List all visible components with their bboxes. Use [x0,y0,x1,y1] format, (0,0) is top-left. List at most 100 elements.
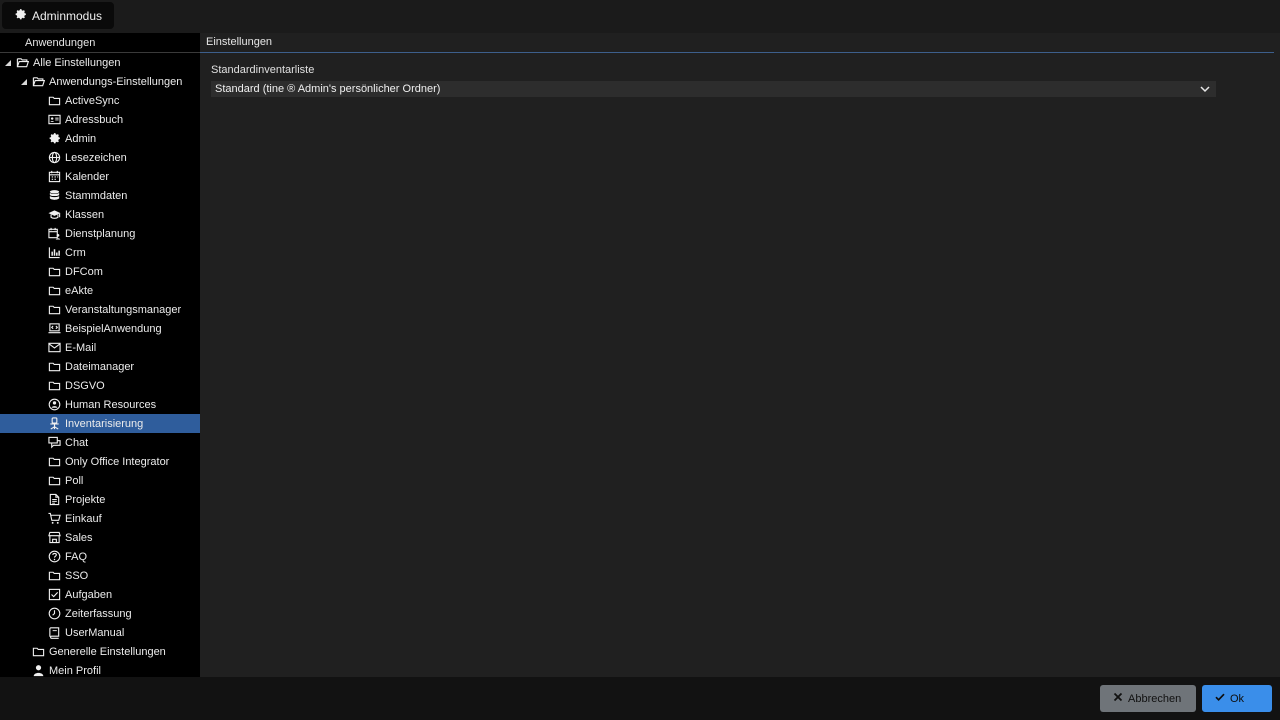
expand-toggle-icon[interactable] [3,58,13,68]
tree-item-label: Veranstaltungsmanager [65,303,182,316]
user-search-icon [48,398,61,411]
folder-icon [48,360,61,373]
tree-item-lesezeichen[interactable]: Lesezeichen [0,148,200,167]
tree-item-faq[interactable]: FAQ [0,547,200,566]
tree-item-label: Einkauf [65,512,102,525]
folder-icon [48,569,61,582]
folder-icon [48,303,61,316]
tree-item-usermanual[interactable]: UserManual [0,623,200,642]
tree-item-human-resources[interactable]: Human Resources [0,395,200,414]
tree-item-activesync[interactable]: ActiveSync [0,91,200,110]
tree-item-admin[interactable]: Admin [0,129,200,148]
chevron-down-icon [1199,83,1211,95]
tree-item-eakte[interactable]: eAkte [0,281,200,300]
tree-item-label: Only Office Integrator [65,455,170,468]
tree-item-adressbuch[interactable]: Adressbuch [0,110,200,129]
cancel-label: Abbrechen [1128,692,1182,705]
tree-item-app-settings[interactable]: Anwendungs-Einstellungen [0,72,200,91]
tree-item-poll[interactable]: Poll [0,471,200,490]
default-inventory-list-select[interactable]: Standard (tine ® Admin's persönlicher Or… [211,81,1216,97]
document-icon [48,493,61,506]
tree-item-all-settings[interactable]: Alle Einstellungen [0,53,200,72]
tree-item-label: FAQ [65,550,88,563]
tree-item-dfcom[interactable]: DFCom [0,262,200,281]
tree-item-beispielanwendung[interactable]: BeispielAnwendung [0,319,200,338]
tree-item-crm[interactable]: Crm [0,243,200,262]
tree-item-label: DSGVO [65,379,105,392]
folder-icon [48,94,61,107]
tree-item-e-mail[interactable]: E-Mail [0,338,200,357]
ok-label: Ok [1230,692,1245,705]
tree-item-label: Inventarisierung [65,417,144,430]
tree-item-dsgvo[interactable]: DSGVO [0,376,200,395]
tree-item-only-office-integrator[interactable]: Only Office Integrator [0,452,200,471]
gear-icon [14,8,27,24]
check-icon [1215,692,1225,705]
tree-item-veranstaltungsmanager[interactable]: Veranstaltungsmanager [0,300,200,319]
tree-item-kalender[interactable]: Kalender [0,167,200,186]
graduation-cap-icon [48,208,61,221]
cancel-button[interactable]: Abbrechen [1100,685,1196,712]
panel-title: Einstellungen [200,33,1274,53]
admin-mode-button[interactable]: Adminmodus [2,2,115,29]
tree-item-label: UserManual [65,626,125,639]
tree-item-label: Generelle Einstellungen [49,645,166,658]
tree-item-klassen[interactable]: Klassen [0,205,200,224]
tree-item-chat[interactable]: Chat [0,433,200,452]
tree-item-label: Crm [65,246,86,259]
tree-item-label: Anwendungs-Einstellungen [49,75,183,88]
settings-sidebar: Anwendungen Alle Einstellungen Anwendungs… [0,33,200,677]
settings-tree: Alle Einstellungen Anwendungs-Einstellung… [0,53,200,677]
tree-item-aufgaben[interactable]: Aufgaben [0,585,200,604]
tree-item-general-settings[interactable]: Generelle Einstellungen [0,642,200,661]
close-icon [1113,692,1123,705]
folder-icon [48,265,61,278]
checkbox-icon [48,588,61,601]
tree-item-my-profile[interactable]: Mein Profil [0,661,200,677]
tree-item-dateimanager[interactable]: Dateimanager [0,357,200,376]
folder-icon [48,284,61,297]
tree-item-label: Adressbuch [65,113,124,126]
tree-item-label: Kalender [65,170,110,183]
tree-item-sso[interactable]: SSO [0,566,200,585]
tree-item-dienstplanung[interactable]: Dienstplanung [0,224,200,243]
book-icon [48,626,61,639]
folder-icon [48,474,61,487]
clock-icon [48,607,61,620]
envelope-icon [48,341,61,354]
tree-item-label: Projekte [65,493,106,506]
top-bar: Adminmodus [0,0,1280,32]
tree-item-zeiterfassung[interactable]: Zeiterfassung [0,604,200,623]
expand-toggle-icon[interactable] [19,77,29,87]
tree-item-label: Poll [65,474,84,487]
tree-item-label: E-Mail [65,341,97,354]
ok-button[interactable]: Ok [1202,685,1272,712]
user-icon [32,664,45,677]
tree-item-inventarisierung[interactable]: Inventarisierung [0,414,200,433]
calendar-user-icon [48,227,61,240]
tree-item-projekte[interactable]: Projekte [0,490,200,509]
globe-icon [48,151,61,164]
tree-item-label: Admin [65,132,97,145]
tree-item-stammdaten[interactable]: Stammdaten [0,186,200,205]
database-icon [48,189,61,202]
tree-item-einkauf[interactable]: Einkauf [0,509,200,528]
tree-item-sales[interactable]: Sales [0,528,200,547]
